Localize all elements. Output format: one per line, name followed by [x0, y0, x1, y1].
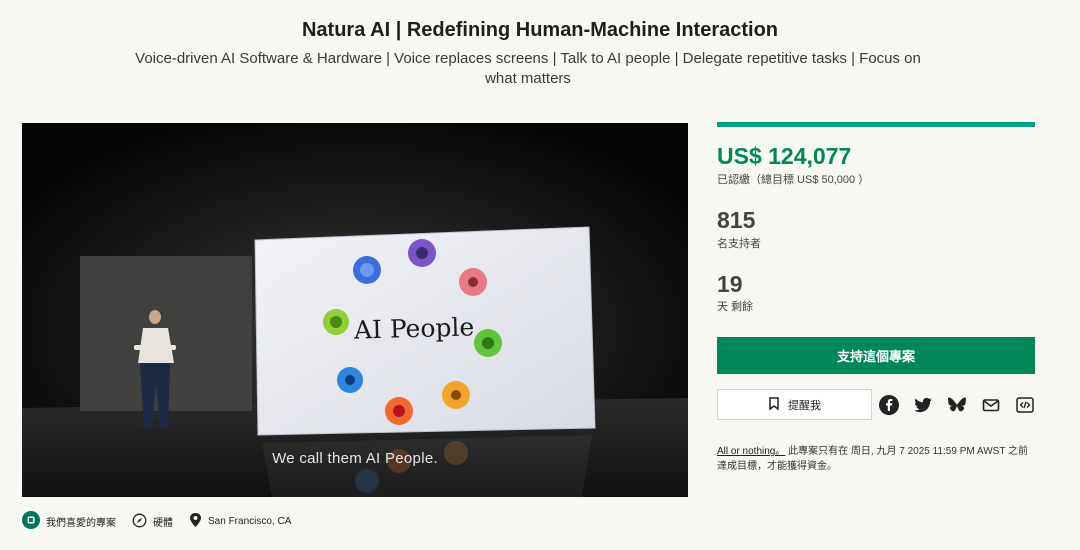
back-project-label: 支持這個專案 [836, 349, 915, 364]
days-remaining-count: 19 [717, 271, 743, 297]
tag-project-we-love[interactable]: 我們喜愛的專案 [22, 511, 116, 532]
pledged-amount: US$ 124,077 [717, 143, 852, 169]
location-pin-icon [189, 512, 202, 531]
backers-label: 名支持者 [717, 238, 761, 250]
backers-count: 815 [717, 207, 756, 233]
compass-icon [132, 513, 147, 531]
back-project-button[interactable]: 支持這個專案 [717, 337, 1035, 374]
bookmark-icon [768, 396, 780, 413]
twitter-icon[interactable] [913, 395, 933, 415]
remind-me-button[interactable]: 提醒我 [717, 389, 872, 420]
tag-project-we-love-label: 我們喜愛的專案 [46, 518, 116, 529]
project-tags: 我們喜愛的專案 硬體 San Francisco, CA [22, 511, 307, 532]
email-icon[interactable] [981, 395, 1001, 415]
days-remaining-label: 天 剩餘 [717, 301, 754, 313]
tag-location-label: San Francisco, CA [208, 516, 292, 527]
funding-progress-fill [717, 122, 1035, 127]
project-video[interactable]: AI People We call them AI People. [22, 123, 688, 497]
slide-heading: AI People [353, 312, 475, 345]
video-caption: We call them AI People. [272, 450, 438, 467]
tag-hardware[interactable]: 硬體 [132, 513, 173, 531]
bluesky-icon[interactable] [947, 395, 967, 415]
project-title: Natura AI | Redefining Human-Machine Int… [301, 19, 778, 41]
project-subtitle: Voice-driven AI Software & Hardware | Vo… [135, 50, 921, 87]
project-we-love-icon [22, 511, 40, 532]
tag-hardware-label: 硬體 [153, 518, 173, 529]
goal-text: 已認繳（總目標 US$ 50,000 ） [717, 174, 870, 186]
embed-icon[interactable] [1015, 395, 1035, 415]
remind-me-label: 提醒我 [788, 399, 821, 412]
video-frame-artwork [22, 123, 688, 497]
all-or-nothing-notice: All or nothing。 此專案只有在 周日, 九月 7 2025 11:… [717, 444, 1037, 474]
all-or-nothing-link[interactable]: All or nothing。 [717, 446, 785, 457]
facebook-icon[interactable] [879, 395, 899, 415]
tag-location[interactable]: San Francisco, CA [189, 512, 291, 531]
funding-progress-bar [717, 122, 1035, 127]
